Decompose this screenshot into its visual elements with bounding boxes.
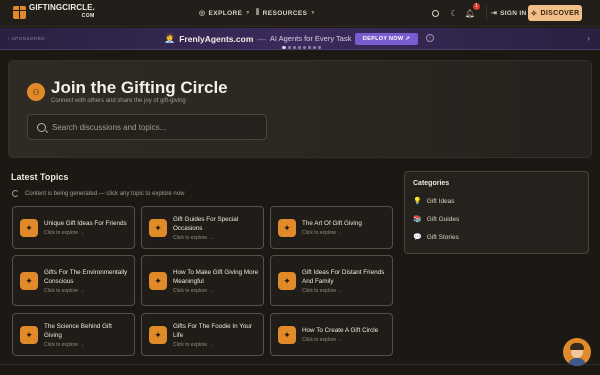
- topic-title: Gifts For The Foodie In Your Life: [173, 322, 252, 339]
- carousel-dot[interactable]: [298, 46, 301, 49]
- categories-panel: Categories 💡 Gift Ideas 📚 Gift Guides 💬 …: [404, 171, 589, 254]
- sponsor-content[interactable]: 🧑‍💼 FrenlyAgents.com — AI Agents for Eve…: [164, 33, 351, 44]
- topic-title: The Science Behind Gift Giving: [44, 322, 112, 339]
- topic-title: Gift Ideas For Distant Friends And Famil…: [302, 268, 385, 285]
- login-icon: ⇥: [491, 10, 498, 17]
- sponsored-label: ‹ SPONSORED: [8, 36, 46, 41]
- sparkle-icon: ✦: [149, 272, 167, 290]
- sparkle-icon: ✦: [20, 272, 38, 290]
- topic-title: Gift Guides For Special Occasions: [173, 215, 239, 232]
- topic-cta: Click to explore →: [302, 337, 343, 343]
- chevron-down-icon: ▼: [245, 10, 251, 16]
- topic-title: How To Create A Gift Circle: [302, 327, 379, 334]
- agent-mascot-icon: 🧑‍💼: [164, 33, 176, 43]
- nav-explore[interactable]: ◎ EXPLORE ▼: [199, 9, 251, 18]
- search-button[interactable]: [428, 6, 442, 20]
- topic-cta: Click to explore →: [173, 234, 214, 241]
- carousel-dot[interactable]: [308, 46, 311, 49]
- topic-cta: Click to explore →: [173, 341, 214, 348]
- carousel-dot[interactable]: [282, 46, 286, 49]
- sponsor-tagline: AI Agents for Every Task: [269, 34, 352, 43]
- carousel-dot[interactable]: [293, 46, 296, 49]
- lightbulb-icon: 💡: [413, 198, 422, 205]
- page-title: Join the Gifting Circle: [51, 78, 228, 97]
- bell-icon: 🔔︎: [464, 8, 476, 18]
- search-box[interactable]: [27, 114, 267, 140]
- topic-card[interactable]: ✦ Unique Gift Ideas For Friends Click to …: [12, 206, 135, 249]
- library-icon: ⫼: [256, 9, 260, 16]
- topic-card[interactable]: ✦ How To Make Gift Giving More Meaningfu…: [141, 255, 264, 306]
- compass-icon: ◎: [199, 10, 206, 17]
- sparkle-icon: ✦: [278, 326, 296, 344]
- topic-cta: Click to explore →: [44, 287, 85, 294]
- sparkle-icon: ✦: [20, 326, 38, 344]
- deploy-now-button[interactable]: DEPLOY NOW ↗: [355, 33, 418, 45]
- logo-text: GIFTINGCIRCLE.: [29, 3, 95, 12]
- carousel-dots: [282, 46, 321, 49]
- topic-card[interactable]: ✦ Gift Ideas For Distant Friends And Fam…: [270, 255, 393, 306]
- category-gift-guides[interactable]: 📚 Gift Guides: [413, 215, 459, 224]
- topic-title: Unique Gift Ideas For Friends: [44, 220, 127, 227]
- speech-bubble-icon: 💬: [413, 234, 422, 241]
- loading-spinner-icon: [12, 190, 19, 197]
- carousel-dot[interactable]: [313, 46, 316, 49]
- topic-cta: Click to explore →: [302, 287, 343, 294]
- latest-topics-heading: Latest Topics: [11, 172, 69, 182]
- info-icon[interactable]: i: [426, 34, 434, 42]
- books-icon: 📚: [413, 216, 422, 223]
- theme-toggle[interactable]: ☾: [447, 6, 461, 20]
- moon-icon: ☾: [450, 8, 458, 18]
- sparkle-icon: ✦: [149, 326, 167, 344]
- generation-status: Content is being generated — click any t…: [12, 190, 184, 197]
- topic-title: How To Make Gift Giving More Meaningful: [173, 268, 259, 285]
- page-subtitle: Connect with others and share the joy of…: [51, 98, 186, 104]
- chat-assistant-avatar[interactable]: [563, 338, 591, 366]
- categories-heading: Categories: [413, 180, 450, 187]
- nav-resources[interactable]: ⫼ RESOURCES ▼: [256, 9, 316, 17]
- topic-title: The Art Of Gift Giving: [302, 220, 362, 227]
- topic-card[interactable]: ✦ Gifts For The Foodie In Your Life Click…: [141, 313, 264, 356]
- sparkle-icon: ✦: [20, 219, 38, 237]
- sparkle-icon: ✦: [278, 272, 296, 290]
- users-icon: ⚇: [27, 83, 45, 101]
- discover-button[interactable]: ✧ DISCOVER: [528, 5, 582, 21]
- topic-cta: Click to explore →: [44, 230, 85, 236]
- category-gift-ideas[interactable]: 💡 Gift Ideas: [413, 197, 455, 206]
- notification-badge: 1: [473, 3, 480, 10]
- topic-card[interactable]: ✦ How To Create A Gift Circle Click to ex…: [270, 313, 393, 356]
- site-logo[interactable]: GIFTINGCIRCLE. COM: [13, 4, 95, 20]
- chevron-down-icon: ▼: [310, 10, 316, 16]
- topic-card[interactable]: ✦ The Science Behind Gift Giving Click to…: [12, 313, 135, 356]
- logo-subtext: COM: [81, 13, 95, 19]
- topic-card[interactable]: ✦ Gift Guides For Special Occasions Click…: [141, 206, 264, 249]
- sign-in-button[interactable]: ⇥ SIGN IN: [486, 6, 530, 20]
- sparkle-icon: ✧: [530, 8, 538, 18]
- topic-card[interactable]: ✦ The Art Of Gift Giving Click to explore…: [270, 206, 393, 249]
- hero-section: ⚇ Join the Gifting Circle Connect with o…: [8, 60, 592, 158]
- sparkle-icon: ✦: [278, 219, 296, 237]
- external-link-icon: ↗: [405, 36, 411, 42]
- top-nav: GIFTINGCIRCLE. COM ◎ EXPLORE ▼ ⫼ RESOURC…: [0, 0, 600, 27]
- search-input[interactable]: [52, 122, 252, 132]
- topic-cta: Click to explore →: [44, 341, 85, 348]
- category-gift-stories[interactable]: 💬 Gift Stories: [413, 233, 459, 242]
- sparkle-icon: ✦: [149, 219, 167, 237]
- topic-cta: Click to explore →: [173, 287, 214, 294]
- topic-card[interactable]: ✦ Gifts For The Environmentally Consciou…: [12, 255, 135, 306]
- carousel-dot[interactable]: [318, 46, 321, 49]
- sponsor-brand: FrenlyAgents.com: [179, 33, 254, 44]
- search-icon: [37, 122, 46, 132]
- gift-icon: [13, 5, 26, 19]
- carousel-dot[interactable]: [303, 46, 306, 49]
- topic-cta: Click to explore →: [302, 230, 343, 236]
- search-icon: [431, 9, 439, 17]
- divider: [0, 364, 600, 365]
- next-arrow-icon[interactable]: ›: [587, 33, 590, 43]
- carousel-dot[interactable]: [288, 46, 291, 49]
- topic-title: Gifts For The Environmentally Conscious: [44, 268, 128, 285]
